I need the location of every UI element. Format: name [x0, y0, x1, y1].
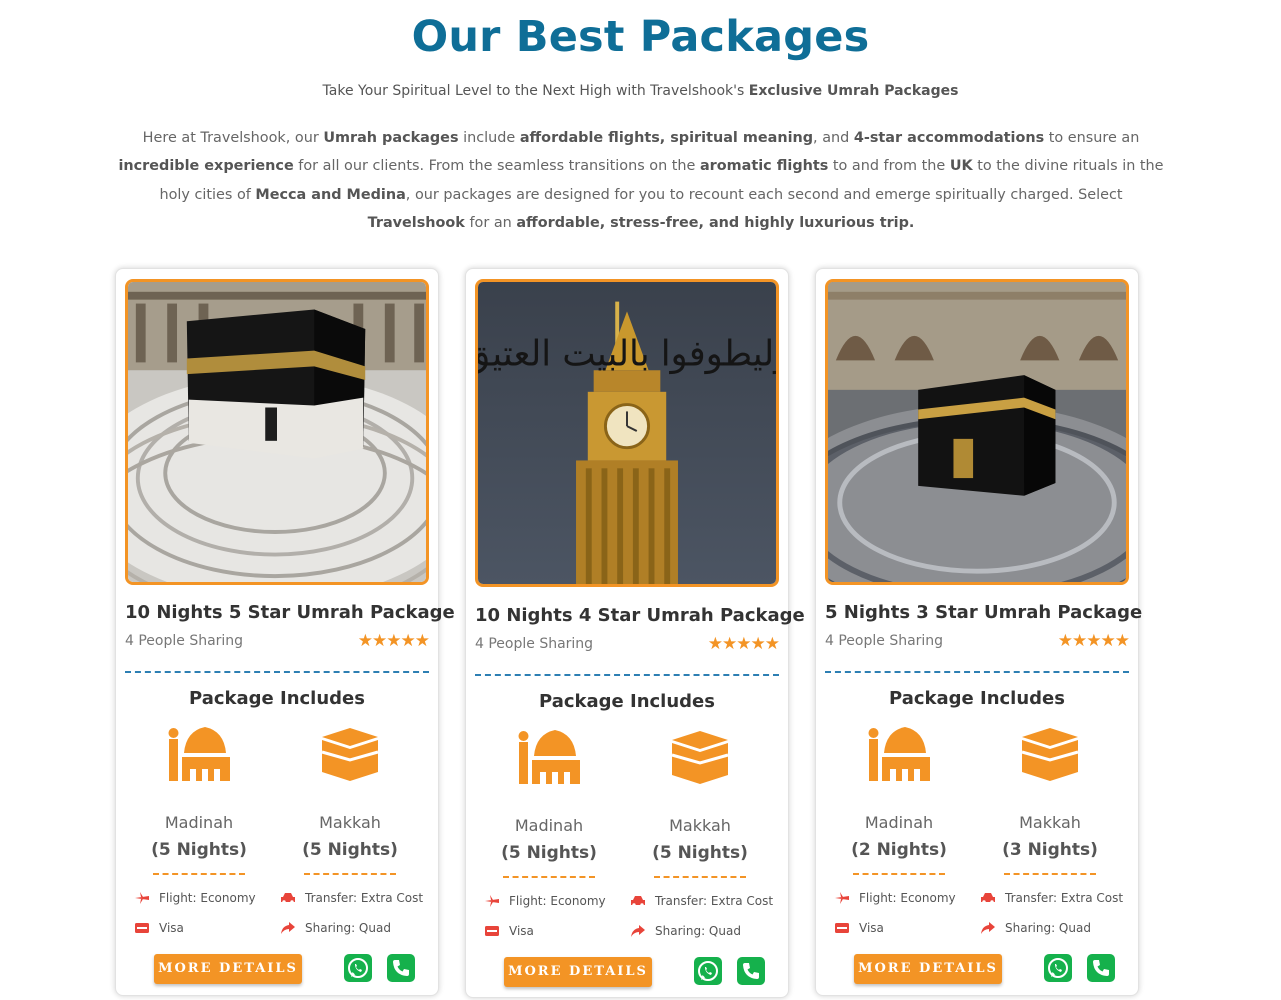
divider — [125, 671, 429, 673]
intro-paragraph: Here at Travelshook, our Umrah packages … — [118, 130, 1164, 232]
more-details-button[interactable]: MORE DETAILS — [854, 954, 1002, 984]
makkah-nights: (3 Nights) — [1002, 840, 1098, 860]
share-arrow-icon — [980, 921, 996, 935]
kaaba-icon — [1019, 725, 1081, 783]
more-details-button[interactable]: MORE DETAILS — [154, 954, 302, 984]
madinah-label: Madinah — [164, 813, 234, 832]
feature-transfer: Transfer: Extra Cost — [630, 894, 773, 908]
include-madinah: Madinah (2 Nights) — [834, 725, 964, 875]
call-button[interactable] — [387, 954, 415, 982]
divider — [654, 876, 746, 878]
kaaba-icon — [669, 728, 731, 786]
visa-card-icon — [834, 921, 850, 935]
share-arrow-icon — [630, 924, 646, 938]
makkah-label: Makkah — [1019, 813, 1081, 832]
includes-heading: Package Includes — [189, 688, 365, 709]
star-rating: ★★★★★ — [1057, 631, 1130, 651]
mosque-icon — [518, 728, 580, 786]
madinah-label: Madinah — [514, 816, 584, 835]
feature-transfer: Transfer: Extra Cost — [980, 891, 1123, 905]
madinah-nights: (5 Nights) — [501, 843, 597, 863]
kaaba-crowd-photo[interactable] — [125, 279, 429, 585]
car-icon — [280, 891, 296, 905]
divider — [503, 876, 595, 878]
whatsapp-icon — [348, 958, 368, 978]
feature-flight: Flight: Economy — [834, 891, 956, 905]
feature-transfer: Transfer: Extra Cost — [280, 891, 423, 905]
mosque-icon — [168, 725, 230, 783]
include-madinah: Madinah (5 Nights) — [484, 728, 614, 878]
whatsapp-icon — [698, 961, 718, 981]
package-title[interactable]: 10 Nights 5 Star Umrah Package — [125, 602, 455, 623]
page-title: Our Best Packages — [411, 12, 870, 62]
feature-sharing: Sharing: Quad — [630, 924, 741, 938]
share-arrow-icon — [280, 921, 296, 935]
phone-icon — [1093, 960, 1109, 976]
divider — [825, 671, 1129, 673]
include-makkah: Makkah (5 Nights) — [635, 728, 765, 878]
package-card: 10 Nights 5 Star Umrah Package 4 People … — [115, 268, 455, 996]
feature-sharing: Sharing: Quad — [280, 921, 391, 935]
makkah-label: Makkah — [669, 816, 731, 835]
call-button[interactable] — [737, 957, 765, 985]
package-title[interactable]: 10 Nights 4 Star Umrah Package — [475, 605, 805, 626]
star-rating: ★★★★★ — [707, 634, 780, 654]
feature-sharing: Sharing: Quad — [980, 921, 1091, 935]
include-makkah: Makkah (3 Nights) — [985, 725, 1115, 875]
feature-visa: Visa — [134, 921, 184, 935]
madinah-nights: (5 Nights) — [151, 840, 247, 860]
package-title[interactable]: 5 Nights 3 Star Umrah Package — [825, 602, 1142, 623]
call-button[interactable] — [1087, 954, 1115, 982]
kaaba-icon — [319, 725, 381, 783]
madinah-nights: (2 Nights) — [851, 840, 947, 860]
feature-flight: Flight: Economy — [134, 891, 256, 905]
package-card: وليطوفوا بالبيت العتيق 10 Nights 4 Star … — [465, 268, 805, 998]
car-icon — [630, 894, 646, 908]
whatsapp-button[interactable] — [694, 957, 722, 985]
plane-icon — [484, 894, 500, 908]
plane-icon — [834, 891, 850, 905]
mosque-icon — [868, 725, 930, 783]
includes-heading: Package Includes — [539, 691, 715, 712]
car-icon — [980, 891, 996, 905]
phone-icon — [743, 963, 759, 979]
feature-visa: Visa — [484, 924, 534, 938]
include-madinah: Madinah (5 Nights) — [134, 725, 264, 875]
phone-icon — [393, 960, 409, 976]
plane-icon — [134, 891, 150, 905]
whatsapp-button[interactable] — [1044, 954, 1072, 982]
more-details-button[interactable]: MORE DETAILS — [504, 957, 652, 987]
divider — [1004, 873, 1096, 875]
makkah-nights: (5 Nights) — [302, 840, 398, 860]
includes-heading: Package Includes — [889, 688, 1065, 709]
whatsapp-button[interactable] — [344, 954, 372, 982]
divider — [153, 873, 245, 875]
clock-tower-photo[interactable]: وليطوفوا بالبيت العتيق — [475, 279, 779, 587]
sharing-info: 4 People Sharing — [825, 633, 944, 649]
sharing-info: 4 People Sharing — [125, 633, 244, 649]
whatsapp-icon — [1048, 958, 1068, 978]
star-rating: ★★★★★ — [357, 631, 430, 651]
divider — [304, 873, 396, 875]
visa-card-icon — [134, 921, 150, 935]
calligraphy-text: وليطوفوا بالبيت العتيق — [478, 333, 776, 374]
makkah-label: Makkah — [319, 813, 381, 832]
visa-card-icon — [484, 924, 500, 938]
include-makkah: Makkah (5 Nights) — [285, 725, 415, 875]
package-card: 5 Nights 3 Star Umrah Package 4 People S… — [815, 268, 1142, 996]
page-subtitle: Take Your Spiritual Level to the Next Hi… — [322, 83, 959, 99]
kaaba-night-photo[interactable] — [825, 279, 1129, 585]
sharing-info: 4 People Sharing — [475, 636, 594, 652]
makkah-nights: (5 Nights) — [652, 843, 748, 863]
feature-flight: Flight: Economy — [484, 894, 606, 908]
madinah-label: Madinah — [864, 813, 934, 832]
divider — [853, 873, 945, 875]
feature-visa: Visa — [834, 921, 884, 935]
divider — [475, 674, 779, 676]
